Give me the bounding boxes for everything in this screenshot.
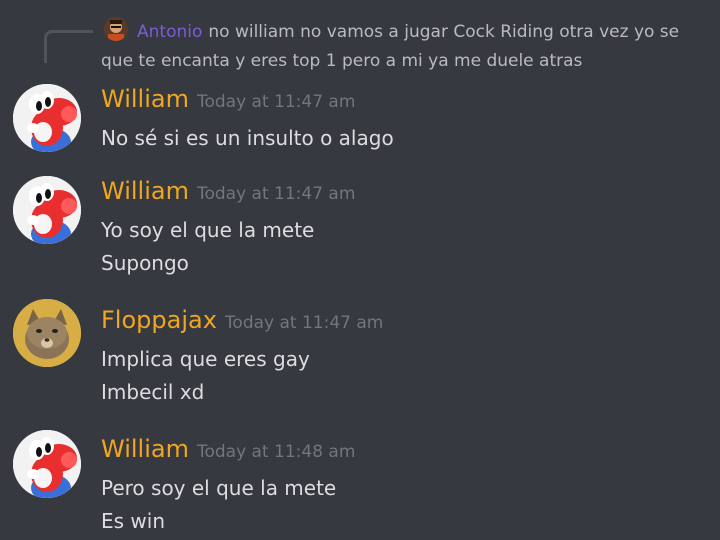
user-avatar[interactable]	[13, 430, 81, 498]
username[interactable]: William	[101, 85, 189, 113]
message-text: Es win	[101, 509, 166, 533]
yoshi-avatar-icon	[13, 430, 81, 498]
yoshi-avatar-icon	[13, 176, 81, 244]
reply-preview[interactable]: Antonio no william no vamos a jugar Cock …	[101, 18, 701, 76]
yoshi-avatar-icon	[13, 84, 81, 152]
user-avatar[interactable]	[13, 176, 81, 244]
message-text: Yo soy el que la mete	[101, 218, 315, 242]
message-header: Floppajax Today at 11:47 am	[101, 305, 383, 338]
username[interactable]: William	[101, 435, 189, 463]
message-content: No sé si es un insulto o alago	[101, 122, 394, 155]
message-content: Pero soy el que la mete Es win	[101, 472, 336, 538]
reply-author-name[interactable]: Antonio	[137, 22, 202, 42]
message-header: William Today at 11:47 am	[101, 176, 355, 209]
timestamp[interactable]: Today at 11:47 am	[225, 313, 383, 333]
reply-reference[interactable]: Antonio no william no vamos a jugar Cock …	[0, 14, 720, 74]
reply-connector	[44, 30, 93, 63]
message-text: Pero soy el que la mete	[101, 476, 337, 500]
user-avatar[interactable]	[13, 299, 81, 367]
cat-avatar-icon	[13, 299, 81, 367]
message-text: Imbecil xd	[101, 380, 205, 404]
user-avatar[interactable]	[13, 84, 81, 152]
timestamp[interactable]: Today at 11:48 am	[197, 442, 355, 462]
timestamp[interactable]: Today at 11:47 am	[197, 184, 355, 204]
message-text: Supongo	[101, 251, 189, 275]
username[interactable]: William	[101, 177, 189, 205]
message-header: William Today at 11:48 am	[101, 434, 355, 467]
username[interactable]: Floppajax	[101, 306, 217, 334]
message-content: Yo soy el que la mete Supongo	[101, 214, 314, 280]
message-content: Implica que eres gay Imbecil xd	[101, 343, 310, 409]
message-text: No sé si es un insulto o alago	[101, 126, 394, 150]
message-text: Implica que eres gay	[101, 347, 310, 371]
timestamp[interactable]: Today at 11:47 am	[197, 92, 355, 112]
message-header: William Today at 11:47 am	[101, 84, 355, 117]
